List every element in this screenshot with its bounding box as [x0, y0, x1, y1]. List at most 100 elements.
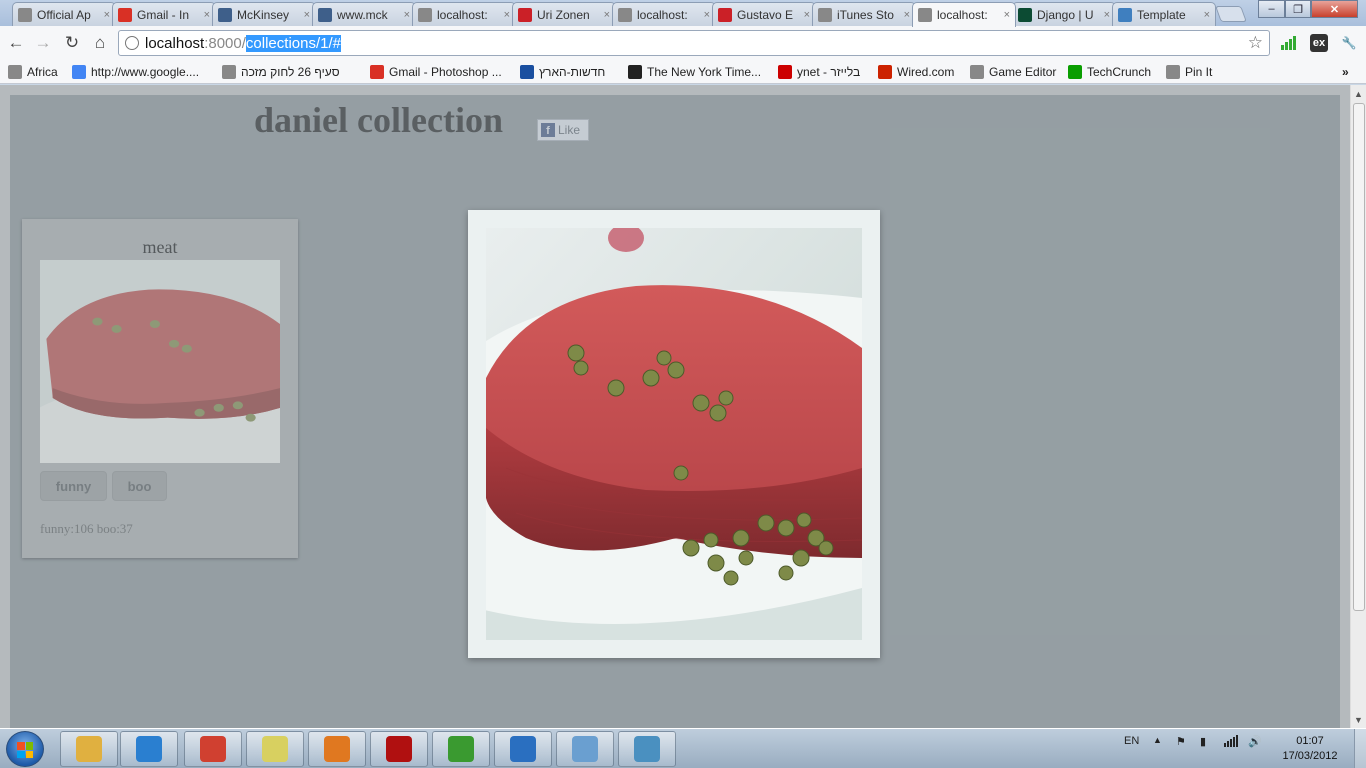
scroll-up-arrow[interactable]: ▲ [1354, 89, 1363, 99]
bookmark-label: Africa [27, 65, 58, 79]
close-tab-icon[interactable]: × [404, 9, 410, 21]
bookmark-item[interactable]: ynet - בלייזר [778, 63, 860, 81]
taskbar-acrobat-button[interactable] [370, 731, 428, 767]
close-tab-icon[interactable]: × [1004, 9, 1010, 21]
bookmark-item[interactable]: Africa [8, 63, 58, 81]
bookmark-item[interactable]: חדשות-הארץ [520, 63, 605, 81]
scroll-down-arrow[interactable]: ▼ [1354, 715, 1363, 725]
close-tab-icon[interactable]: × [804, 9, 810, 21]
bookmark-item[interactable]: The New York Time... [628, 63, 761, 81]
show-hidden-icons-button[interactable]: ▲ [1153, 735, 1162, 745]
django-icon [1018, 7, 1032, 22]
bookmark-item[interactable]: http://www.google.... [72, 63, 199, 81]
close-tab-icon[interactable]: × [304, 9, 310, 21]
bookmark-label: סעיף 26 לחוק מזכה [241, 65, 340, 79]
taskbar-sticky-notes-button[interactable] [246, 731, 304, 767]
browser-tab[interactable]: Gustavo E × [712, 2, 816, 26]
utorrent-icon [448, 736, 474, 762]
reload-button[interactable]: ↻ [61, 32, 83, 54]
browser-tab[interactable]: Gmail - In × [112, 2, 216, 26]
meat-photo[interactable] [486, 228, 862, 640]
mckinsey-icon [318, 7, 332, 22]
clock-date: 17/03/2012 [1282, 750, 1338, 762]
close-tab-icon[interactable]: × [704, 9, 710, 21]
window-controls: – ❐ ✕ [1258, 0, 1358, 18]
taskbar-chrome-button[interactable] [184, 731, 242, 767]
collection-card: meat funny boo funny:106 boo:37 [22, 219, 298, 558]
tab-strip: – ❐ ✕ Official Ap × Gmail - In × McKinsey × ww… [0, 0, 1366, 27]
browser-tab[interactable]: Uri Zonen × [512, 2, 616, 26]
funny-button[interactable]: funny [40, 471, 107, 501]
tab-title: Gmail - In [137, 7, 190, 22]
new-tab-button[interactable] [1215, 6, 1247, 22]
browser-tab[interactable]: Official Ap × [12, 2, 116, 26]
bookmark-item[interactable]: Pin It [1166, 63, 1212, 81]
globe-icon [918, 8, 932, 22]
google-icon [72, 65, 86, 79]
close-tab-icon[interactable]: × [604, 9, 610, 21]
facebook-like-button[interactable]: f Like [537, 119, 589, 141]
globe-icon [222, 65, 236, 79]
close-tab-icon[interactable]: × [104, 9, 110, 21]
bookmark-item[interactable]: Wired.com [878, 63, 954, 81]
address-bar[interactable]: localhost:8000/collections/1/# ☆ [118, 30, 1270, 56]
tab-title: Uri Zonen [537, 7, 590, 22]
power-icon[interactable]: ▮ [1200, 735, 1206, 748]
minimize-button[interactable]: – [1258, 0, 1285, 18]
bookmark-item[interactable]: סעיף 26 לחוק מזכה [222, 63, 340, 81]
volume-icon[interactable]: 🔊 [1248, 735, 1262, 748]
bookmark-label: Game Editor [989, 65, 1057, 79]
taskbar-settings-button[interactable] [308, 731, 366, 767]
browser-tab[interactable]: iTunes Sto × [812, 2, 916, 26]
taskbar-explorer-button[interactable] [60, 731, 118, 767]
home-button[interactable]: ⌂ [89, 32, 111, 54]
bookmark-item[interactable]: Gmail - Photoshop ... [370, 63, 502, 81]
forward-button[interactable]: → [32, 32, 54, 54]
page-icon [818, 7, 832, 22]
taskbar-itunes-button[interactable] [494, 731, 552, 767]
browser-tab[interactable]: localhost: × [912, 2, 1016, 27]
browser-tab[interactable]: Template × [1112, 2, 1216, 26]
techcrunch-icon [1068, 65, 1082, 79]
back-button[interactable]: ← [5, 32, 27, 54]
close-tab-icon[interactable]: × [1204, 9, 1210, 21]
browser-tab[interactable]: Django | U × [1012, 2, 1116, 26]
close-tab-icon[interactable]: × [504, 9, 510, 21]
url-text[interactable]: localhost:8000/collections/1/# [145, 34, 341, 52]
wrench-menu-icon[interactable]: 🔧 [1338, 32, 1360, 54]
browser-tab[interactable]: McKinsey × [212, 2, 316, 26]
close-tab-icon[interactable]: × [204, 9, 210, 21]
boo-button[interactable]: boo [112, 471, 167, 501]
maximize-button[interactable]: ❐ [1285, 0, 1311, 18]
language-indicator[interactable]: EN [1124, 735, 1139, 747]
browser-tab[interactable]: www.mck × [312, 2, 416, 26]
taskbar-media-player-button[interactable] [120, 731, 178, 767]
network-signal-icon[interactable] [1224, 735, 1238, 750]
bookmark-item[interactable]: TechCrunch [1068, 63, 1151, 81]
globe-icon [418, 7, 432, 22]
meat-thumbnail[interactable] [40, 260, 280, 463]
bookmark-star-icon[interactable]: ☆ [1248, 33, 1263, 53]
chrome-icon [200, 736, 226, 762]
system-clock[interactable]: 01:07 17/03/2012 [1275, 734, 1345, 764]
browser-tab[interactable]: localhost: × [412, 2, 516, 26]
close-window-button[interactable]: ✕ [1311, 0, 1358, 18]
browser-tab[interactable]: localhost: × [612, 2, 716, 26]
bookmark-label: http://www.google.... [91, 65, 200, 79]
start-button[interactable] [6, 731, 44, 767]
page-icon [18, 7, 32, 22]
scrollbar-thumb[interactable] [1353, 103, 1365, 611]
close-tab-icon[interactable]: × [1104, 9, 1110, 21]
vertical-scrollbar[interactable]: ▲ ▼ [1350, 85, 1366, 728]
action-center-flag-icon[interactable]: ⚑ [1176, 735, 1186, 748]
pinterest-icon [518, 7, 532, 22]
taskbar-paint-button[interactable] [556, 731, 614, 767]
close-tab-icon[interactable]: × [904, 9, 910, 21]
evernote-extension-icon[interactable]: ex [1308, 32, 1330, 54]
more-bookmarks-button[interactable]: » [1342, 63, 1349, 81]
show-desktop-button[interactable] [1354, 729, 1366, 768]
taskbar-utorrent-button[interactable] [432, 731, 490, 767]
signal-extension-icon[interactable] [1277, 32, 1299, 54]
bookmark-item[interactable]: Game Editor [970, 63, 1056, 81]
taskbar-photo-viewer-button[interactable] [618, 731, 676, 767]
